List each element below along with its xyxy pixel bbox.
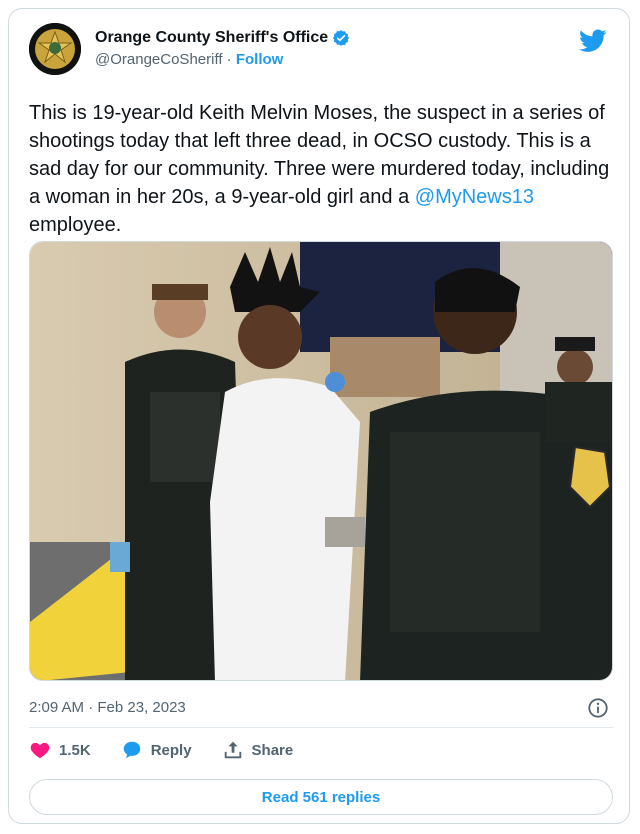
- avatar[interactable]: [29, 23, 81, 75]
- follow-button[interactable]: Follow: [236, 51, 284, 68]
- divider: [29, 727, 613, 728]
- like-button[interactable]: 1.5K: [29, 739, 91, 761]
- speech-bubble-icon: [123, 741, 140, 759]
- reply-label: Reply: [150, 741, 192, 759]
- share-label: Share: [251, 741, 294, 759]
- account-name[interactable]: Orange County Sheriff's Office: [95, 29, 328, 47]
- info-icon[interactable]: [587, 697, 609, 719]
- tweet-timestamp[interactable]: 2:09 AM · Feb 23, 2023: [29, 699, 186, 716]
- twitter-bird-icon[interactable]: [579, 29, 607, 53]
- like-count: 1.5K: [59, 741, 91, 759]
- tweet-text: This is 19-year-old Keith Melvin Moses, …: [29, 99, 614, 239]
- heart-icon: [30, 742, 50, 759]
- tweet-text-part-2: employee.: [29, 214, 122, 236]
- tweet-photo[interactable]: [29, 241, 613, 681]
- action-bar: 1.5K Reply Share: [29, 739, 293, 761]
- tweet-card: Orange County Sheriff's Office @OrangeCo…: [8, 8, 630, 824]
- mention-link[interactable]: @MyNews13: [415, 186, 534, 208]
- share-button[interactable]: Share: [222, 739, 294, 761]
- verified-badge-icon: [332, 29, 350, 47]
- account-handle[interactable]: @OrangeCoSheriff: [95, 51, 223, 68]
- share-arrow-icon: [224, 741, 241, 759]
- reply-button[interactable]: Reply: [121, 739, 192, 761]
- handle-separator: ·: [222, 51, 236, 68]
- read-replies-button[interactable]: Read 561 replies: [29, 779, 613, 815]
